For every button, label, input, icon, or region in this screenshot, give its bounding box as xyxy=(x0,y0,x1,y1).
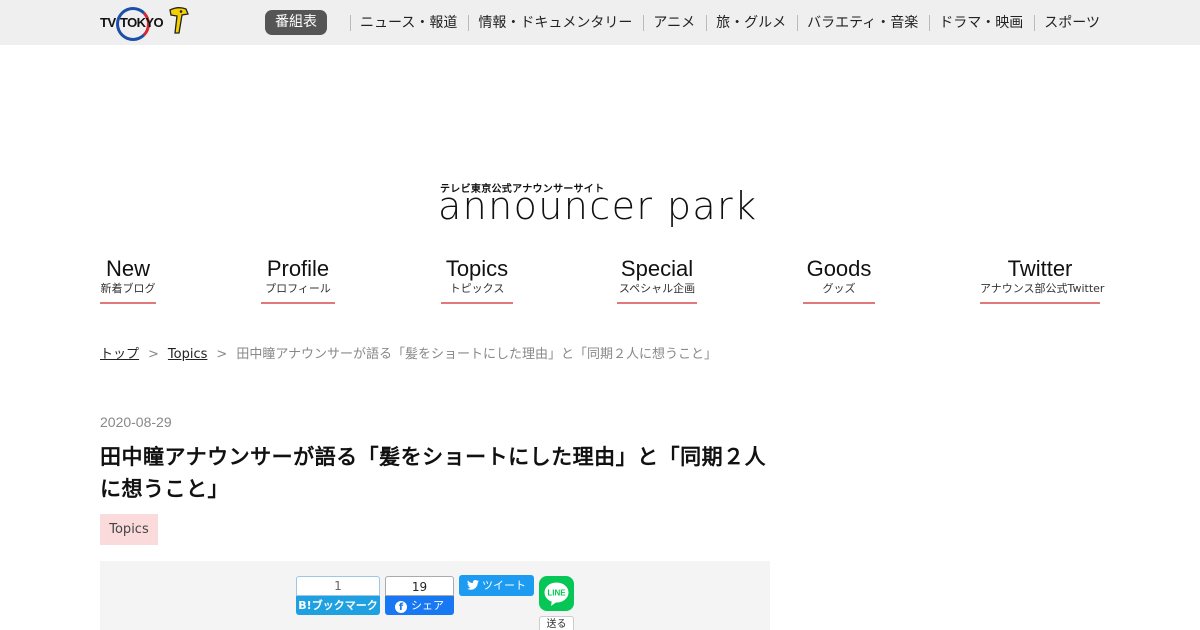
category-label-en: Goods xyxy=(806,256,872,281)
breadcrumb-current: 田中瞳アナウンサーが語る「髪をショートにした理由」と「同期２人に想うこと」 xyxy=(236,347,718,362)
breadcrumb: トップ > Topics > 田中瞳アナウンサーが語る「髪をショートにした理由」と「同期… xyxy=(100,343,717,362)
hatena-bookmark-button[interactable]: 1 B!ブックマーク xyxy=(296,576,380,616)
hatena-count: 1 xyxy=(296,576,380,596)
category-label-ja: グッズ xyxy=(822,282,856,295)
category-special[interactable]: Special スペシャル企画 xyxy=(617,256,697,304)
category-topics[interactable]: Topics トピックス xyxy=(441,256,513,304)
twitter-bird-icon xyxy=(467,579,479,590)
line-icon-text: LINE xyxy=(547,589,566,598)
category-label-ja: スペシャル企画 xyxy=(618,282,696,295)
nav-sports[interactable]: スポーツ xyxy=(1034,14,1100,31)
nav-news[interactable]: ニュース・報道 xyxy=(350,14,457,31)
hatena-label: B!ブックマーク xyxy=(296,596,380,615)
article-date: 2020-08-29 xyxy=(100,414,172,430)
category-label-ja: プロフィール xyxy=(265,282,331,295)
article-title: 田中瞳アナウンサーが語る「髪をショートにした理由」と「同期２人に想うこと」 xyxy=(100,445,767,501)
breadcrumb-separator: > xyxy=(148,347,159,362)
nav-documentary[interactable]: 情報・ドキュメンタリー xyxy=(468,14,632,31)
facebook-share-button[interactable]: 19 f シェア xyxy=(385,576,454,616)
nav-anime[interactable]: アニメ xyxy=(643,14,695,31)
category-label-en: Special xyxy=(620,256,694,281)
announcer-park-logo[interactable]: テレビ東京公式アナウンサーサイト announcer park xyxy=(438,178,760,240)
tweet-button[interactable]: ツイート xyxy=(459,575,534,596)
top-bar: TV TOKYO 番組表 ニュース・報道 情報・ドキュメンタリー アニメ 旅・グ… xyxy=(0,0,1200,45)
category-nav: New 新着ブログ Profile プロフィール Topics トピックス Sp… xyxy=(100,256,1105,308)
category-label-ja: アナウンス部公式Twitter xyxy=(980,282,1105,295)
share-buttons: 1 B!ブックマーク 19 f シェア ツイート LINE 送る xyxy=(100,561,770,630)
article-tag[interactable]: Topics xyxy=(100,514,158,545)
facebook-count: 19 xyxy=(385,576,454,596)
category-goods[interactable]: Goods グッズ xyxy=(803,256,875,304)
mascot-icon xyxy=(169,7,189,34)
category-label-ja: トピックス xyxy=(449,282,505,295)
nav-drama-movie[interactable]: ドラマ・映画 xyxy=(929,14,1023,31)
nav-variety-music[interactable]: バラエティ・音楽 xyxy=(797,14,918,31)
facebook-icon: f xyxy=(395,601,407,613)
facebook-label: シェア xyxy=(411,599,444,612)
category-new[interactable]: New 新着ブログ xyxy=(100,256,156,304)
category-label-en: New xyxy=(105,256,150,281)
logo-tv-text: TV xyxy=(100,15,116,30)
facebook-share-label-wrap: f シェア xyxy=(385,596,454,615)
category-label-en: Profile xyxy=(266,256,330,281)
line-share-button[interactable]: LINE xyxy=(539,576,574,611)
logo-tokyo-text: TOKYO xyxy=(120,15,164,30)
category-profile[interactable]: Profile プロフィール xyxy=(261,256,335,304)
site-logo-title: announcer park xyxy=(438,184,758,228)
tweet-label: ツイート xyxy=(482,579,526,592)
schedule-button[interactable]: 番組表 xyxy=(265,10,328,35)
category-label-en: Topics xyxy=(445,256,509,281)
global-nav: 番組表 ニュース・報道 情報・ドキュメンタリー アニメ 旅・グルメ バラエティ・… xyxy=(265,10,1100,35)
line-send-button[interactable]: 送る xyxy=(539,616,574,630)
line-icon: LINE xyxy=(544,582,569,606)
category-label-ja: 新着ブログ xyxy=(100,282,156,295)
category-twitter[interactable]: Twitter アナウンス部公式Twitter xyxy=(980,256,1105,304)
category-label-en: Twitter xyxy=(1007,256,1073,281)
nav-travel-gourmet[interactable]: 旅・グルメ xyxy=(706,14,786,31)
tv-tokyo-logo[interactable]: TV TOKYO xyxy=(100,6,190,41)
breadcrumb-separator: > xyxy=(216,347,228,362)
breadcrumb-home[interactable]: トップ xyxy=(100,347,139,362)
breadcrumb-topics[interactable]: Topics xyxy=(168,347,207,362)
